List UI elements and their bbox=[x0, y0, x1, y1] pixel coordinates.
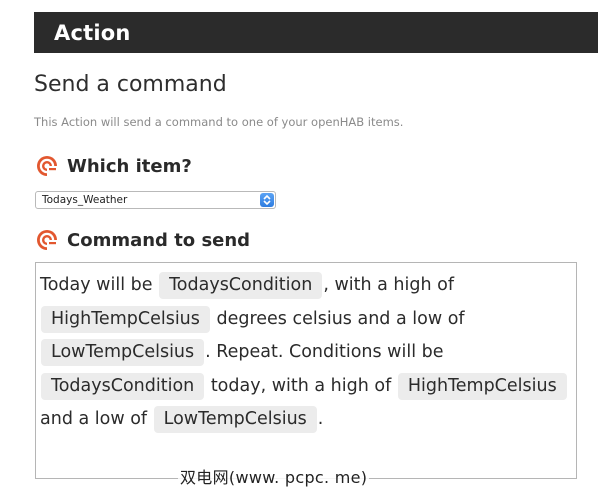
command-text-segment: Today will be bbox=[40, 275, 159, 295]
which-item-label-text: Which item? bbox=[67, 155, 192, 177]
action-page: Action Send a command This Action will s… bbox=[0, 0, 598, 500]
command-to-send-label-text: Command to send bbox=[67, 229, 251, 251]
command-textarea[interactable]: Today will be TodaysCondition, with a hi… bbox=[35, 262, 577, 479]
ifttt-field-icon bbox=[36, 155, 58, 177]
command-text-segment: degrees celsius and a low of bbox=[210, 308, 465, 329]
command-to-send-label: Command to send bbox=[36, 229, 250, 251]
command-text-segment: , with a high of bbox=[323, 275, 455, 295]
ingredient-pill[interactable]: LowTempCelsius bbox=[41, 339, 205, 366]
command-text-segment: . Repeat. Conditions will be bbox=[205, 342, 444, 362]
command-text-segment: and a low of bbox=[40, 409, 153, 429]
action-header-bar: Action bbox=[34, 12, 598, 53]
ingredient-pill[interactable]: LowTempCelsius bbox=[153, 406, 317, 433]
ingredient-pill[interactable]: HighTempCelsius bbox=[397, 372, 567, 400]
ingredient-pill[interactable]: TodaysCondition bbox=[159, 272, 323, 299]
section-description: This Action will send a command to one o… bbox=[34, 115, 404, 129]
ifttt-field-icon bbox=[36, 229, 58, 251]
section-title: Send a command bbox=[34, 72, 227, 97]
header-title: Action bbox=[54, 20, 131, 45]
which-item-label: Which item? bbox=[36, 155, 192, 177]
ingredient-pill[interactable]: TodaysCondition bbox=[41, 372, 205, 400]
updown-chevron-icon[interactable] bbox=[260, 193, 274, 207]
item-select-value: Todays_Weather bbox=[42, 194, 128, 206]
item-select[interactable]: Todays_Weather bbox=[35, 191, 276, 209]
command-text-segment: . bbox=[317, 409, 324, 429]
watermark-text: 双电网(www. pcpc. me) bbox=[178, 464, 370, 488]
ingredient-pill[interactable]: HighTempCelsius bbox=[41, 305, 210, 333]
command-text-segment: today, with a high of bbox=[205, 375, 397, 396]
